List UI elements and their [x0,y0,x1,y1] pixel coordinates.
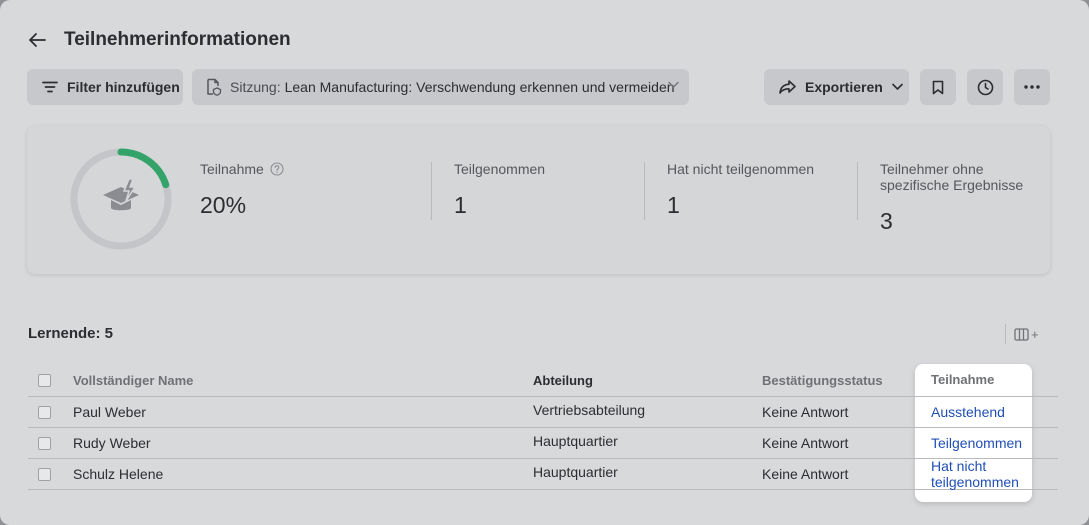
participation-ring [70,148,172,250]
cell-department: Hauptquartier [533,433,618,449]
chevron-down-icon [892,83,903,91]
cell-department: Hauptquartier [533,464,618,480]
add-filter-button[interactable]: Filter hinzufügen [27,69,183,105]
column-header-name[interactable]: Vollständiger Name [73,364,193,396]
history-button[interactable] [967,69,1003,105]
export-button[interactable]: Exportieren [764,69,909,105]
stat-attended-label: Teilgenommen [454,161,546,177]
toolbar: Filter hinzufügen Sitzung: Lean Manufact… [0,69,1089,105]
share-icon [779,80,796,94]
stat-attended: Teilgenommen 1 [454,161,545,219]
chevron-down-icon [668,81,679,88]
columns-icon [1014,327,1029,341]
row-checkbox[interactable] [38,459,51,489]
table-row[interactable]: Schulz Helene Hauptquartier Keine Antwor… [28,458,1058,490]
graduation-cap-icon [103,178,139,211]
row-checkbox[interactable] [38,397,51,427]
divider [644,162,645,220]
stat-not-attended: Hat nicht teilgenommen 1 [667,161,814,219]
plus-icon: + [1031,326,1039,342]
stat-not-attended-value: 1 [667,192,680,218]
cell-status: Keine Antwort [762,404,849,420]
column-header-department[interactable]: Abteilung [533,364,593,396]
cell-status: Keine Antwort [762,435,849,451]
cell-name: Paul Weber [73,404,146,420]
export-label: Exportieren [805,79,883,95]
divider [857,162,858,220]
stat-no-result: Teilnehmer ohne spezifische Ergebnisse 3 [880,161,1040,235]
divider [431,162,432,220]
bookmark-button[interactable] [920,69,956,105]
session-prefix: Sitzung: [230,79,281,95]
cell-department: Vertriebsabteilung [533,402,646,418]
summary-card: Teilnahme 20% Teilgenommen 1 Hat nicht t… [27,126,1050,274]
table-row[interactable]: Paul Weber Vertriebsabteilung Keine Antw… [28,397,1058,428]
table-header-row: Vollständiger Name Abteilung Bestätigung… [28,364,1058,397]
cell-participation-link[interactable]: Ausstehend [931,397,1005,427]
session-value: Lean Manufacturing: Verschwendung erkenn… [284,79,675,95]
row-checkbox[interactable] [38,428,51,458]
cell-name: Rudy Weber [73,435,151,451]
stat-not-attended-label: Hat nicht teilgenommen [667,161,815,177]
page-title: Teilnehmerinformationen [64,29,291,50]
learners-table: Vollständiger Name Abteilung Bestätigung… [28,364,1058,490]
more-options-button[interactable] [1014,69,1050,105]
back-button[interactable] [27,28,47,52]
stat-participation: Teilnahme 20% [200,161,284,219]
session-icon [207,78,222,96]
more-icon [1024,85,1040,89]
column-header-participation[interactable]: Teilnahme [931,364,994,396]
bookmark-icon [932,80,944,94]
cell-participation-link[interactable]: Teilgenommen [931,428,1022,458]
learners-count: Lernende: 5 [28,325,114,342]
column-settings-button[interactable]: + [1005,324,1039,344]
stat-participation-value: 20% [200,192,247,218]
stat-no-result-value: 3 [880,208,893,234]
cell-name: Schulz Helene [73,466,164,482]
cell-participation-link[interactable]: Hat nicht teilgenommen [931,458,1041,490]
filter-icon [42,81,58,93]
participant-info-panel: Teilnehmerinformationen Filter hinzufüge… [0,0,1089,525]
stat-no-result-label: Teilnehmer ohne spezifische Ergebnisse [880,161,1024,193]
help-icon[interactable] [270,162,284,176]
session-select[interactable]: Sitzung: Lean Manufacturing: Verschwendu… [192,69,689,105]
back-arrow-icon [29,33,46,47]
stat-attended-value: 1 [454,192,467,218]
column-header-status[interactable]: Bestätigungsstatus [762,364,883,396]
add-filter-label: Filter hinzufügen [67,79,180,95]
select-all-checkbox[interactable] [38,364,51,396]
cell-status: Keine Antwort [762,466,849,482]
table-row[interactable]: Rudy Weber Hauptquartier Keine Antwort T… [28,428,1058,459]
header: Teilnehmerinformationen [27,28,291,52]
stat-participation-label: Teilnahme [200,161,264,177]
clock-icon [977,79,993,95]
